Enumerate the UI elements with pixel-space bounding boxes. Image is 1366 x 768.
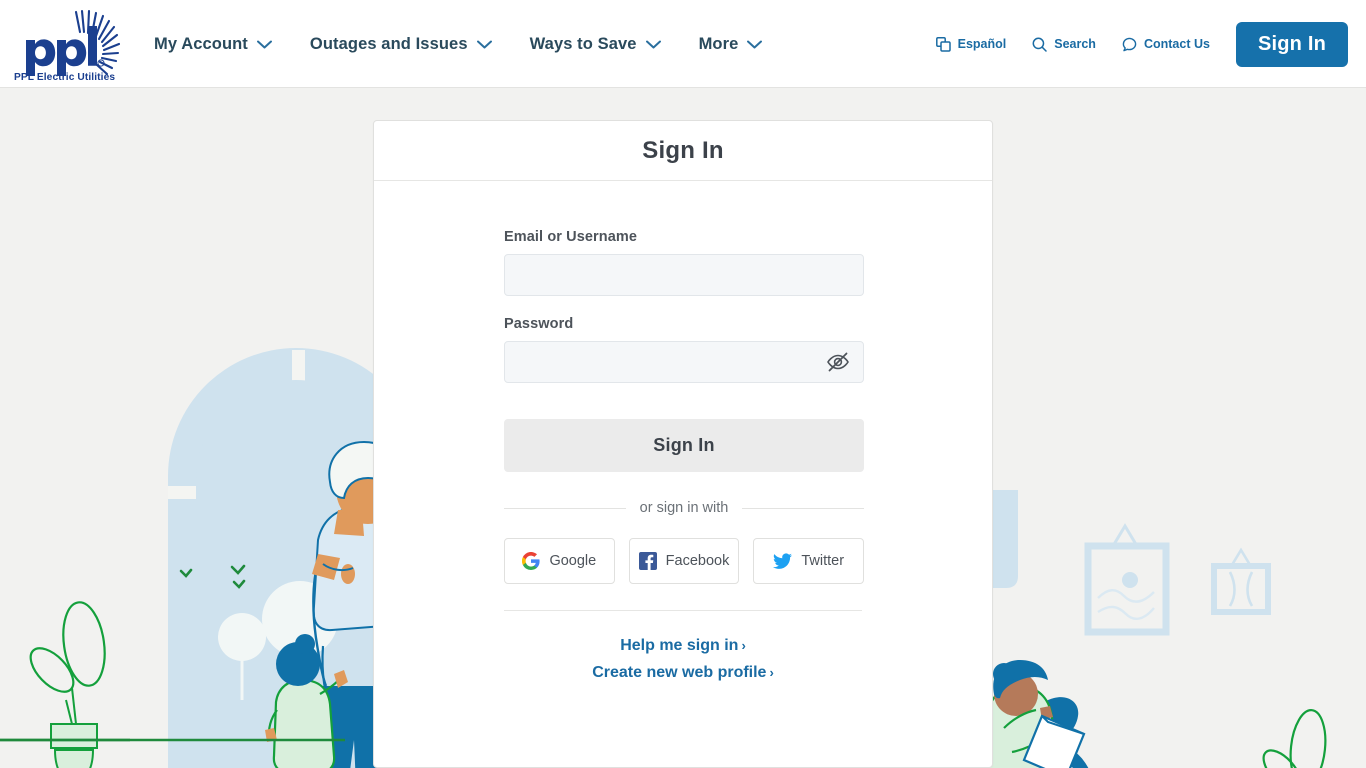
espanol-link[interactable]: Español [935,36,1007,52]
main-navigation: My Account Outages and Issues Ways to Sa… [154,0,763,88]
chat-bubble-icon [1122,37,1137,51]
card-body: Email or Username Password Sign In or si… [374,181,992,725]
help-me-sign-in-label: Help me sign in [620,637,739,654]
google-icon [522,552,541,570]
nav-item-ways-to-save[interactable]: Ways to Save [530,35,661,54]
divider-label: or sign in with [639,500,729,516]
search-link[interactable]: Search [1032,37,1096,52]
facebook-label: Facebook [665,553,730,569]
nav-item-outages-and-issues[interactable]: Outages and Issues [310,35,492,54]
translate-icon [935,36,951,52]
facebook-sign-in-button[interactable]: Facebook [628,538,740,584]
espanol-label: Español [957,37,1007,51]
chevron-down-icon [476,40,492,48]
picture-frame-small [1211,547,1271,615]
nav-item-more[interactable]: More [699,35,763,54]
header-utility-bar: Español Search Contact Us Sign In [935,0,1348,88]
seated-reader-figure [978,660,1089,768]
nav-label: Ways to Save [529,34,637,53]
password-field-label: Password [504,316,574,332]
chevron-right-icon: › [741,638,746,653]
toggle-password-visibility-button[interactable] [824,348,852,376]
page-title: Sign In [642,136,724,164]
contact-us-label: Contact Us [1143,37,1210,51]
search-label: Search [1054,37,1096,51]
site-header: PPL Electric Utilities My Account Outage… [0,0,1366,88]
wall-accent [992,490,1018,588]
chevron-down-icon [645,40,661,48]
picture-frame-large [1084,523,1170,636]
google-sign-in-button[interactable]: Google [504,538,615,584]
sign-in-submit-button[interactable]: Sign In [504,419,864,472]
email-input[interactable] [504,254,864,296]
chevron-down-icon [256,40,272,48]
facebook-icon [638,552,657,570]
nav-item-my-account[interactable]: My Account [154,35,272,54]
email-field-label: Email or Username [504,229,638,245]
create-new-web-profile-label: Create new web profile [592,664,767,681]
search-icon [1032,37,1047,52]
twitter-icon [773,552,793,569]
card-header: Sign In [374,121,992,181]
create-new-web-profile-link[interactable]: Create new web profile › [504,664,862,682]
twitter-label: Twitter [801,553,845,569]
logo-tagline: PPL Electric Utilities [14,72,115,82]
help-me-sign-in-link[interactable]: Help me sign in › [504,637,862,655]
password-input[interactable] [504,341,864,383]
potted-plant-left [29,601,106,768]
google-label: Google [549,553,597,569]
nav-label: More [698,34,739,53]
chevron-right-icon: › [769,665,774,680]
nav-label: Outages and Issues [309,34,468,53]
ppl-logo[interactable]: PPL Electric Utilities [12,6,142,82]
potted-plant-right [1262,709,1327,768]
social-sign-in-row: Google Facebook Twitter [504,538,865,584]
page-stage: Sign In Email or Username Password Sign … [0,88,1366,768]
eye-off-icon [827,352,849,372]
contact-us-link[interactable]: Contact Us [1122,37,1210,52]
header-sign-in-button[interactable]: Sign In [1235,21,1348,67]
password-field-group: Password [504,316,864,383]
social-divider: or sign in with [504,500,864,516]
chevron-down-icon [747,40,763,48]
twitter-sign-in-button[interactable]: Twitter [753,538,865,584]
sign-in-card: Sign In Email or Username Password Sign … [373,120,993,768]
email-field-group: Email or Username [504,229,864,296]
nav-label: My Account [154,34,248,53]
card-footer: Help me sign in › Create new web profile › [504,610,862,725]
